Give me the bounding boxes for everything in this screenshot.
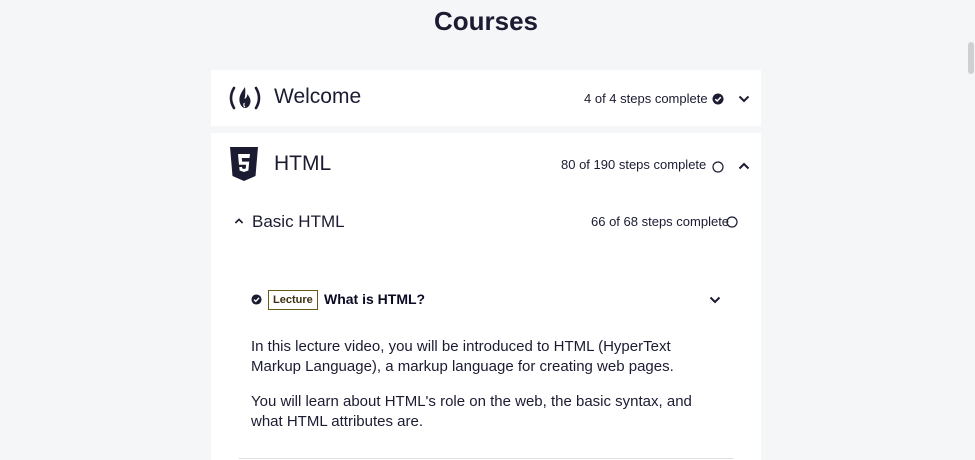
check-circle-icon [712,93,724,105]
scrollbar-thumb[interactable] [968,42,974,74]
freecodecamp-flame-icon [229,86,261,110]
section-steps-count: 66 of 68 steps complete [591,214,730,229]
course-block-welcome[interactable]: Welcome 4 of 4 steps complete [211,70,761,126]
incomplete-circle-icon [726,216,738,228]
course-block-html: HTML 80 of 190 steps complete Basic HTML… [211,133,761,460]
lecture-badge: Lecture [268,290,318,310]
section-title-basic-html[interactable]: Basic HTML [252,212,345,232]
page-scrollbar[interactable] [965,0,975,460]
incomplete-circle-icon [712,161,724,173]
lesson-description: In this lecture video, you will be intro… [251,338,674,375]
block-steps-count: 4 of 4 steps complete [584,91,708,106]
block-title[interactable]: Welcome [274,85,361,109]
check-circle-icon [251,294,262,305]
block-title[interactable]: HTML [274,152,331,176]
page-title: Courses [433,6,539,36]
chevron-up-icon[interactable] [234,217,244,225]
block-steps-count: 80 of 190 steps complete [561,157,707,172]
html5-shield-icon [230,147,258,181]
chevron-up-icon[interactable] [738,161,750,171]
lesson-description: You will learn about HTML's role on the … [251,393,692,430]
chevron-down-icon[interactable] [709,295,721,305]
lesson-title[interactable]: What is HTML? [324,291,425,307]
chevron-down-icon[interactable] [738,94,750,104]
divider [239,458,733,459]
